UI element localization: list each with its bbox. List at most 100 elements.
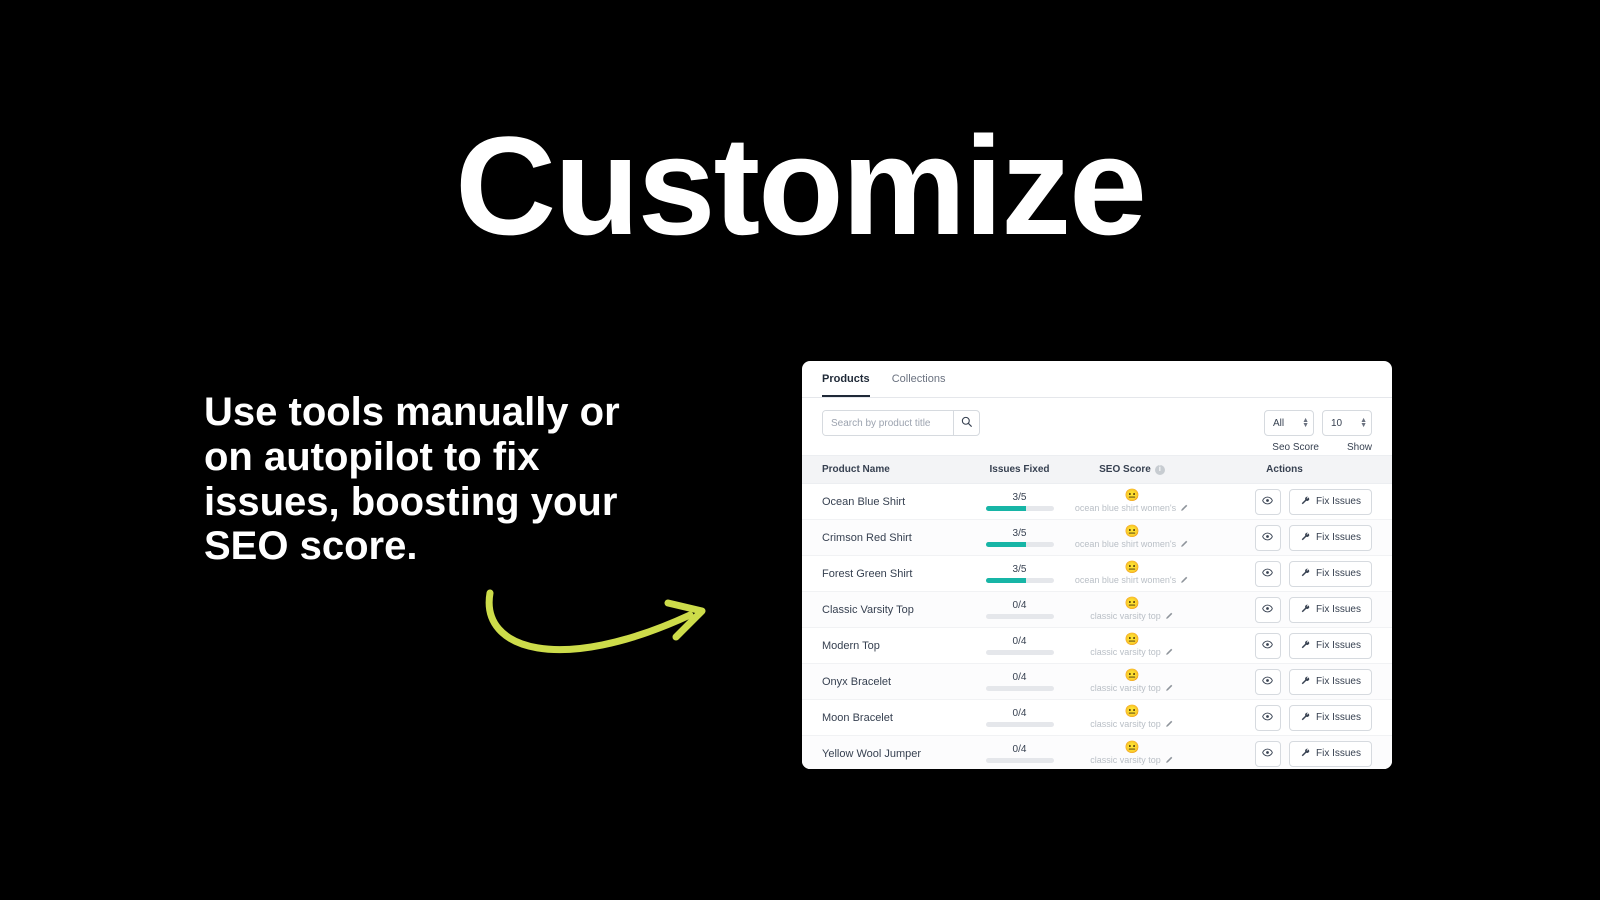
issues-fixed-cell: 0/4 <box>972 636 1067 655</box>
progress-bar <box>986 650 1054 655</box>
actions-cell: Fix Issues <box>1197 525 1372 551</box>
seo-score-cell: 😐classic varsity top <box>1067 633 1197 659</box>
seo-emoji-icon: 😐 <box>1067 705 1197 717</box>
product-name: Modern Top <box>822 640 972 652</box>
view-button[interactable] <box>1255 633 1281 659</box>
issues-fraction: 0/4 <box>972 636 1067 647</box>
actions-cell: Fix Issues <box>1197 489 1372 515</box>
fix-button-label: Fix Issues <box>1316 568 1361 579</box>
fix-issues-button[interactable]: Fix Issues <box>1289 633 1372 659</box>
issues-fixed-cell: 3/5 <box>972 528 1067 547</box>
seo-keyword[interactable]: classic varsity top <box>1090 611 1174 622</box>
col-seo-label: SEO Score <box>1099 464 1151 475</box>
fix-button-label: Fix Issues <box>1316 532 1361 543</box>
seo-emoji-icon: 😐 <box>1067 525 1197 537</box>
fix-button-label: Fix Issues <box>1316 676 1361 687</box>
tab-collections[interactable]: Collections <box>892 373 946 397</box>
panel-toolbar: All ▲▼ 10 ▲▼ <box>802 398 1392 440</box>
fix-button-label: Fix Issues <box>1316 712 1361 723</box>
seo-keyword[interactable]: classic varsity top <box>1090 647 1174 658</box>
fix-issues-button[interactable]: Fix Issues <box>1289 561 1372 587</box>
pencil-icon <box>1165 647 1174 658</box>
progress-bar <box>986 614 1054 619</box>
seo-emoji-icon: 😐 <box>1067 489 1197 501</box>
progress-bar <box>986 578 1054 583</box>
col-seo-score: SEO Score i <box>1067 464 1197 475</box>
filter-select[interactable]: All ▲▼ <box>1264 410 1314 436</box>
view-button[interactable] <box>1255 525 1281 551</box>
pencil-icon <box>1165 683 1174 694</box>
view-button[interactable] <box>1255 597 1281 623</box>
seo-keyword[interactable]: ocean blue shirt women's <box>1075 539 1189 550</box>
pencil-icon <box>1180 503 1189 514</box>
issues-fixed-cell: 0/4 <box>972 672 1067 691</box>
seo-emoji-icon: 😐 <box>1067 669 1197 681</box>
eye-icon <box>1262 603 1273 617</box>
pagesize-select-label: 10 <box>1331 418 1342 429</box>
progress-bar <box>986 686 1054 691</box>
fix-issues-button[interactable]: Fix Issues <box>1289 669 1372 695</box>
product-name: Onyx Bracelet <box>822 676 972 688</box>
progress-bar <box>986 758 1054 763</box>
tab-products[interactable]: Products <box>822 373 870 397</box>
table-row: Classic Varsity Top0/4😐classic varsity t… <box>802 592 1392 628</box>
fix-button-label: Fix Issues <box>1316 604 1361 615</box>
issues-fraction: 3/5 <box>972 564 1067 575</box>
seo-score-cell: 😐 classic varsity top <box>1067 597 1197 623</box>
fix-issues-button[interactable]: Fix Issues <box>1289 705 1372 731</box>
table-header: Product Name Issues Fixed SEO Score i Ac… <box>802 455 1392 484</box>
seo-keyword[interactable]: classic varsity top <box>1090 755 1174 766</box>
info-icon[interactable]: i <box>1155 465 1165 475</box>
fix-issues-button[interactable]: Fix Issues <box>1289 741 1372 767</box>
wrench-icon <box>1300 531 1311 545</box>
wrench-icon <box>1300 639 1311 653</box>
wrench-icon <box>1300 495 1311 509</box>
view-button[interactable] <box>1255 561 1281 587</box>
eye-icon <box>1262 711 1273 725</box>
actions-cell: Fix Issues <box>1197 633 1372 659</box>
fix-button-label: Fix Issues <box>1316 640 1361 651</box>
eye-icon <box>1262 495 1273 509</box>
fix-issues-button[interactable]: Fix Issues <box>1289 525 1372 551</box>
fix-issues-button[interactable]: Fix Issues <box>1289 489 1372 515</box>
seo-emoji-icon: 😐 <box>1067 597 1197 609</box>
seo-keyword[interactable]: ocean blue shirt women's <box>1075 575 1189 586</box>
meta-seo-label: Seo Score <box>1272 442 1319 453</box>
view-button[interactable] <box>1255 489 1281 515</box>
seo-score-cell: 😐classic varsity top <box>1067 741 1197 767</box>
progress-bar <box>986 542 1054 547</box>
fix-issues-button[interactable]: Fix Issues <box>1289 597 1372 623</box>
actions-cell: Fix Issues <box>1197 741 1372 767</box>
table-row: Ocean Blue Shirt3/5😐 ocean blue shirt wom… <box>802 484 1392 520</box>
seo-keyword[interactable]: classic varsity top <box>1090 683 1174 694</box>
table-row: Crimson Red Shirt3/5😐ocean blue shirt wo… <box>802 520 1392 556</box>
view-button[interactable] <box>1255 669 1281 695</box>
product-name: Classic Varsity Top <box>822 604 972 616</box>
seo-keyword[interactable]: ocean blue shirt women's <box>1075 503 1189 514</box>
issues-fixed-cell: 0/4 <box>972 744 1067 763</box>
meta-show-label: Show <box>1347 442 1372 453</box>
pencil-icon <box>1165 719 1174 730</box>
eye-icon <box>1262 531 1273 545</box>
table-row: Onyx Bracelet0/4😐 classic varsity top Fix… <box>802 664 1392 700</box>
issues-fixed-cell: 0/4 <box>972 708 1067 727</box>
seo-products-panel: Products Collections All ▲▼ 10 ▲▼ Seo Sc… <box>802 361 1392 769</box>
actions-cell: Fix Issues <box>1197 669 1372 695</box>
seo-keyword[interactable]: classic varsity top <box>1090 719 1174 730</box>
view-button[interactable] <box>1255 741 1281 767</box>
pagesize-select[interactable]: 10 ▲▼ <box>1322 410 1372 436</box>
search-button[interactable] <box>953 410 979 436</box>
actions-cell: Fix Issues <box>1197 561 1372 587</box>
eye-icon <box>1262 675 1273 689</box>
product-name: Ocean Blue Shirt <box>822 496 972 508</box>
wrench-icon <box>1300 711 1311 725</box>
search-input[interactable] <box>823 411 953 435</box>
callout-arrow-icon <box>470 575 730 695</box>
view-button[interactable] <box>1255 705 1281 731</box>
product-name: Yellow Wool Jumper <box>822 748 972 760</box>
seo-score-cell: 😐ocean blue shirt women's <box>1067 561 1197 587</box>
issues-fixed-cell: 3/5 <box>972 492 1067 511</box>
fix-button-label: Fix Issues <box>1316 496 1361 507</box>
eye-icon <box>1262 639 1273 653</box>
pencil-icon <box>1165 611 1174 622</box>
